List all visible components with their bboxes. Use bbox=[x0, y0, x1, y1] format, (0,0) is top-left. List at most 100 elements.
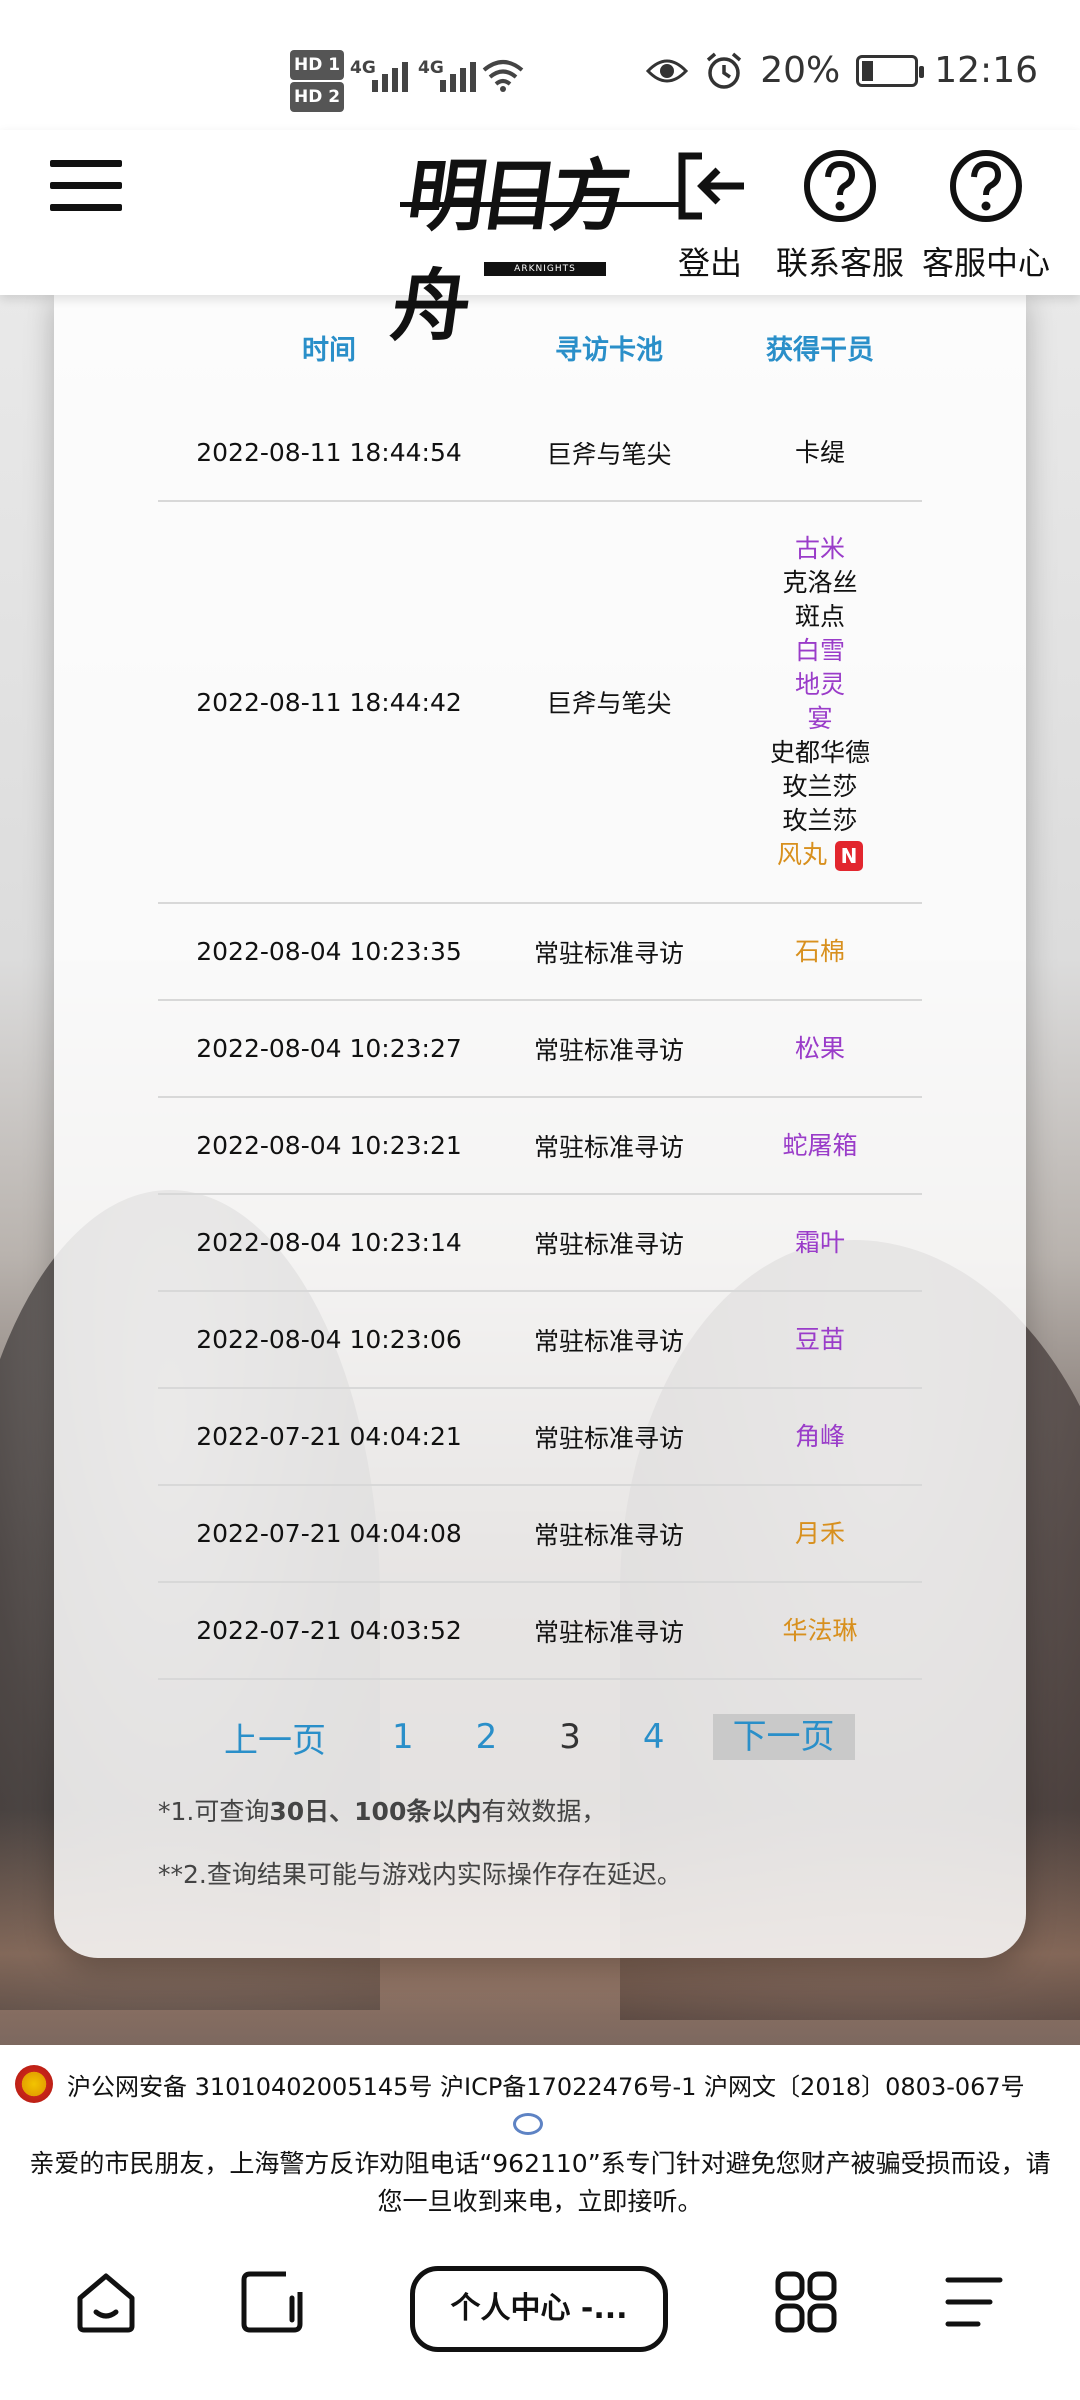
status-bar: HD 1 HD 2 4G 4G 20% 12:16 bbox=[0, 0, 1080, 150]
row-pool: 常驻标准寻访 bbox=[533, 1326, 684, 1356]
row-time: 2022-07-21 04:04:21 bbox=[196, 1422, 462, 1451]
site-header: 明日方舟 ARKNIGHTS 登出 联系客服 客服中心 bbox=[0, 130, 1080, 352]
battery-percent: 20% bbox=[760, 50, 841, 91]
current-tab-button[interactable]: 个人中心 -... bbox=[410, 2266, 668, 2352]
site-footer: 沪公网安备 31010402005145号 沪ICP备17022476号-1 沪… bbox=[0, 2045, 1080, 2230]
gacha-history-table: 时间 寻访卡池 获得干员 2022-08-11 18:44:54 巨斧与笔尖 卡缇 2… bbox=[158, 290, 922, 1680]
logout-button[interactable]: 登出 bbox=[672, 148, 748, 284]
next-page-button[interactable]: 下一页 bbox=[712, 1714, 855, 1760]
page-link-1[interactable]: 1 bbox=[392, 1717, 414, 1757]
menu-lines-icon[interactable] bbox=[942, 2270, 1006, 2334]
arknights-logo[interactable]: 明日方舟 ARKNIGHTS bbox=[386, 142, 680, 352]
service-center-label: 客服中心 bbox=[922, 244, 1051, 282]
pagination: 上一页 1 2 3 4 下一页 bbox=[224, 1712, 924, 1762]
operator-name: 斑点 bbox=[794, 602, 845, 631]
row-time: 2022-08-04 10:23:21 bbox=[196, 1131, 462, 1160]
row-time: 2022-07-21 04:03:52 bbox=[196, 1616, 462, 1645]
signal-icon-2 bbox=[440, 60, 476, 92]
wifi-icon bbox=[482, 60, 524, 92]
row-time: 2022-07-21 04:04:08 bbox=[196, 1519, 462, 1548]
row-pool: 常驻标准寻访 bbox=[533, 1035, 684, 1065]
row-operators: 卡缇 bbox=[718, 436, 922, 470]
operator-name: 卡缇 bbox=[794, 437, 845, 467]
note-2: **2.查询结果可能与游戏内实际操作存在延迟。 bbox=[158, 1860, 682, 1889]
operator-name: 石棉 bbox=[794, 936, 845, 966]
row-operators: 古米 克洛丝 斑点 白雪 地灵宴史都华德 玫兰莎 玫兰莎 风丸 N bbox=[718, 502, 922, 902]
row-pool: 巨斧与笔尖 bbox=[546, 439, 672, 469]
antifraud-notice: 亲爱的市民朋友，上海警方反诈劝阻电话“962110”系专门针对避免您财产被骗受损… bbox=[29, 2149, 1051, 2216]
row-time: 2022-08-04 10:23:35 bbox=[196, 937, 462, 966]
note-1: *1.可查询30日、100条以内有效数据， bbox=[158, 1797, 607, 1826]
operator-name: 月禾 bbox=[794, 1518, 845, 1548]
operator-name: 古米 bbox=[794, 534, 845, 563]
page-link-2[interactable]: 2 bbox=[476, 1717, 498, 1757]
row-operators: 豆苗 bbox=[718, 1323, 922, 1357]
eye-icon bbox=[646, 59, 689, 82]
row-pool: 常驻标准寻访 bbox=[533, 1520, 684, 1550]
row-time: 2022-08-04 10:23:06 bbox=[196, 1325, 462, 1354]
menu-icon[interactable] bbox=[50, 160, 122, 216]
operator-name: 风丸 bbox=[776, 840, 827, 869]
operator-name: 霜叶 bbox=[794, 1227, 845, 1257]
contact-support-button[interactable]: 联系客服 bbox=[776, 148, 904, 284]
gacha-history-card: 时间 寻访卡池 获得干员 2022-08-11 18:44:54 巨斧与笔尖 卡缇 2… bbox=[54, 290, 1026, 1958]
prev-page-link[interactable]: 上一页 bbox=[224, 1713, 326, 1762]
table-row: 2022-08-04 10:23:14 常驻标准寻访 霜叶 bbox=[158, 1195, 922, 1292]
table-row: 2022-07-21 04:03:52 常驻标准寻访 华法琳 bbox=[158, 1583, 922, 1680]
table-row: 2022-08-11 18:44:42 巨斧与笔尖 古米 克洛丝 斑点 白雪 地灵宴史都华德… bbox=[158, 502, 922, 904]
row-operators: 霜叶 bbox=[718, 1226, 922, 1260]
home-icon[interactable] bbox=[74, 2270, 138, 2334]
operator-name: 玫兰莎 bbox=[782, 806, 858, 835]
antifraud-logo-icon bbox=[513, 2113, 543, 2135]
table-row: 2022-08-04 10:23:27 常驻标准寻访 松果 bbox=[158, 1001, 922, 1098]
logout-icon bbox=[678, 152, 744, 220]
operator-name: 宴 bbox=[807, 704, 833, 733]
table-row: 2022-08-04 10:23:35 常驻标准寻访 石棉 bbox=[158, 904, 922, 1001]
header-operators: 获得干员 bbox=[766, 335, 874, 366]
clock: 12:16 bbox=[934, 50, 1038, 91]
row-time: 2022-08-11 18:44:54 bbox=[196, 438, 462, 467]
contact-support-label: 联系客服 bbox=[776, 244, 905, 282]
row-operators: 月禾 bbox=[718, 1517, 922, 1551]
table-row: 2022-08-11 18:44:54 巨斧与笔尖 卡缇 bbox=[158, 405, 922, 502]
row-pool: 常驻标准寻访 bbox=[533, 938, 684, 968]
tabs-icon[interactable] bbox=[240, 2270, 304, 2334]
row-pool: 常驻标准寻访 bbox=[533, 1229, 684, 1259]
row-time: 2022-08-04 10:23:14 bbox=[196, 1228, 462, 1257]
alarm-icon bbox=[707, 52, 742, 89]
row-pool: 巨斧与笔尖 bbox=[546, 689, 672, 718]
operator-name: 地灵 bbox=[794, 670, 845, 699]
operator-name: 角峰 bbox=[794, 1421, 845, 1451]
beian-info: 沪公网安备 31010402005145号 沪ICP备17022476号-1 沪… bbox=[15, 2065, 1025, 2103]
row-operators: 蛇屠箱 bbox=[718, 1129, 922, 1163]
operator-name: 史都华德 bbox=[769, 738, 870, 767]
row-pool: 常驻标准寻访 bbox=[533, 1132, 684, 1162]
apps-grid-icon[interactable] bbox=[774, 2270, 838, 2334]
page-link-4[interactable]: 4 bbox=[643, 1717, 665, 1757]
operator-name: 玫兰莎 bbox=[782, 772, 858, 801]
row-operators: 华法琳 bbox=[718, 1614, 922, 1648]
new-badge: N bbox=[835, 841, 863, 871]
row-pool: 常驻标准寻访 bbox=[533, 1423, 684, 1453]
battery-icon bbox=[856, 54, 925, 87]
table-row: 2022-07-21 04:04:08 常驻标准寻访 月禾 bbox=[158, 1486, 922, 1583]
row-operators: 角峰 bbox=[718, 1420, 922, 1454]
operator-name: 豆苗 bbox=[794, 1324, 845, 1354]
operator-name: 松果 bbox=[794, 1033, 845, 1063]
operator-name: 蛇屠箱 bbox=[782, 1130, 858, 1160]
operator-name: 华法琳 bbox=[782, 1615, 858, 1645]
row-operators: 松果 bbox=[718, 1032, 922, 1066]
browser-toolbar: 个人中心 -... bbox=[0, 2230, 1080, 2400]
page-current: 3 bbox=[559, 1717, 581, 1757]
service-center-button[interactable]: 客服中心 bbox=[922, 148, 1050, 284]
hd-indicators: HD 1 HD 2 bbox=[290, 48, 348, 112]
help-circle-icon bbox=[804, 150, 876, 222]
operator-name: 克洛丝 bbox=[782, 568, 858, 597]
logout-label: 登出 bbox=[677, 244, 742, 282]
row-time: 2022-08-11 18:44:42 bbox=[196, 687, 462, 717]
police-emblem-icon bbox=[15, 2065, 53, 2103]
beian-link[interactable]: 沪公网安备 31010402005145号 沪ICP备17022476号-1 沪… bbox=[67, 2067, 1025, 2102]
table-row: 2022-07-21 04:04:21 常驻标准寻访 角峰 bbox=[158, 1389, 922, 1486]
signal-icon-1 bbox=[372, 60, 408, 92]
table-row: 2022-08-04 10:23:06 常驻标准寻访 豆苗 bbox=[158, 1292, 922, 1389]
